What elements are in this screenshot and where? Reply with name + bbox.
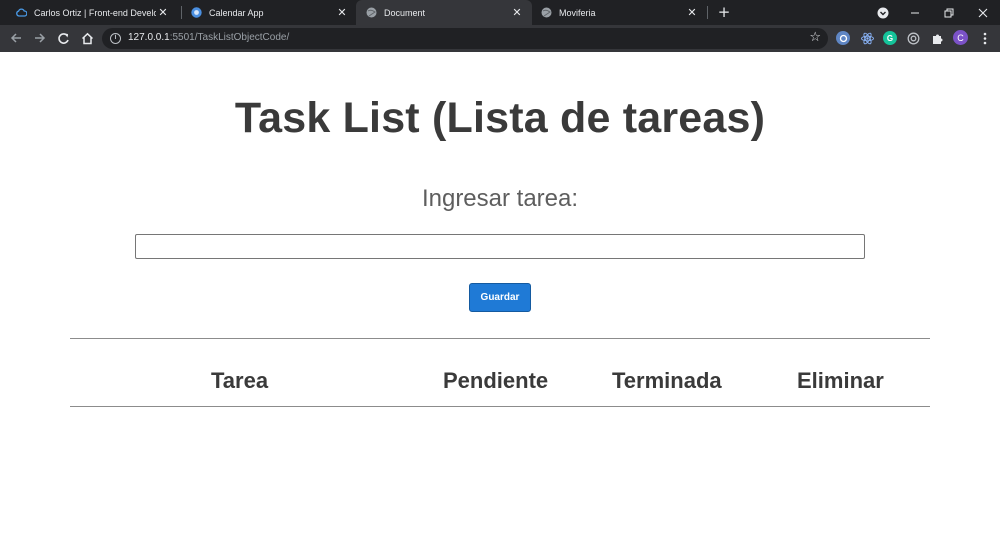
browser-menu-icon[interactable] xyxy=(978,31,992,45)
tab-divider xyxy=(707,6,708,19)
page-title: Task List (Lista de tareas) xyxy=(234,94,766,142)
table-top-divider xyxy=(70,338,930,339)
info-icon[interactable]: i xyxy=(110,33,121,44)
globe-icon xyxy=(541,7,552,18)
extension-target-icon[interactable] xyxy=(906,31,920,45)
close-icon[interactable]: ✕ xyxy=(510,6,524,19)
tab-title: Document xyxy=(384,7,426,18)
address-host: 127.0.0.1 xyxy=(128,32,170,43)
address-bar[interactable]: i 127.0.0.1:5501/TaskListObjectCode/ ☆ xyxy=(102,28,828,49)
browser-toolbar: i 127.0.0.1:5501/TaskListObjectCode/ ☆ G… xyxy=(0,25,1000,52)
reload-button[interactable] xyxy=(54,29,72,47)
new-tab-button[interactable]: + xyxy=(716,3,732,21)
tab-strip: Carlos Ortiz | Front-end Develop ✕ Calen… xyxy=(0,0,1000,25)
profile-avatar[interactable]: C xyxy=(953,30,968,45)
column-header-terminada: Terminada xyxy=(612,368,722,393)
forward-button[interactable] xyxy=(31,29,49,47)
extensions-puzzle-icon[interactable] xyxy=(930,31,944,45)
home-button[interactable] xyxy=(78,29,96,47)
close-icon[interactable]: ✕ xyxy=(335,6,349,19)
address-url: 127.0.0.1:5501/TaskListObjectCode/ xyxy=(128,32,289,43)
minimize-button[interactable] xyxy=(898,0,932,25)
tab-title: Moviferia xyxy=(559,7,596,18)
cloud-icon xyxy=(16,7,27,18)
close-icon[interactable]: ✕ xyxy=(685,6,699,19)
tab-search-button[interactable] xyxy=(866,0,900,25)
tab-moviferia[interactable]: Moviferia ✕ xyxy=(531,0,707,25)
tab-title: Carlos Ortiz | Front-end Develop xyxy=(34,7,156,18)
react-devtools-icon[interactable] xyxy=(860,31,874,45)
restore-button[interactable] xyxy=(932,0,966,25)
address-path: :5501/TaskListObjectCode/ xyxy=(169,32,290,43)
tab-calendar-app[interactable]: Calendar App ✕ xyxy=(181,0,357,25)
grammarly-icon[interactable]: G xyxy=(883,31,897,45)
save-button[interactable]: Guardar xyxy=(469,283,531,312)
task-input[interactable] xyxy=(135,234,865,259)
calendar-app-icon xyxy=(191,7,202,18)
extension-refresh-icon[interactable] xyxy=(836,31,850,45)
close-window-button[interactable] xyxy=(966,0,1000,25)
task-input-label: Ingresar tarea: xyxy=(421,185,579,212)
column-header-pendiente: Pendiente xyxy=(443,368,549,393)
tab-document[interactable]: Document ✕ xyxy=(356,0,532,25)
globe-icon xyxy=(366,7,377,18)
column-header-eliminar: Eliminar xyxy=(797,368,884,393)
tab-title: Calendar App xyxy=(209,7,264,18)
page-content: Task List (Lista de tareas) Ingresar tar… xyxy=(0,52,1000,534)
close-icon[interactable]: ✕ xyxy=(156,6,170,19)
back-button[interactable] xyxy=(7,29,25,47)
column-header-tarea: Tarea xyxy=(211,368,269,393)
table-header-divider xyxy=(70,406,930,407)
tab-carlos-ortiz[interactable]: Carlos Ortiz | Front-end Develop ✕ xyxy=(6,0,178,25)
bookmark-star-icon[interactable]: ☆ xyxy=(809,30,821,45)
